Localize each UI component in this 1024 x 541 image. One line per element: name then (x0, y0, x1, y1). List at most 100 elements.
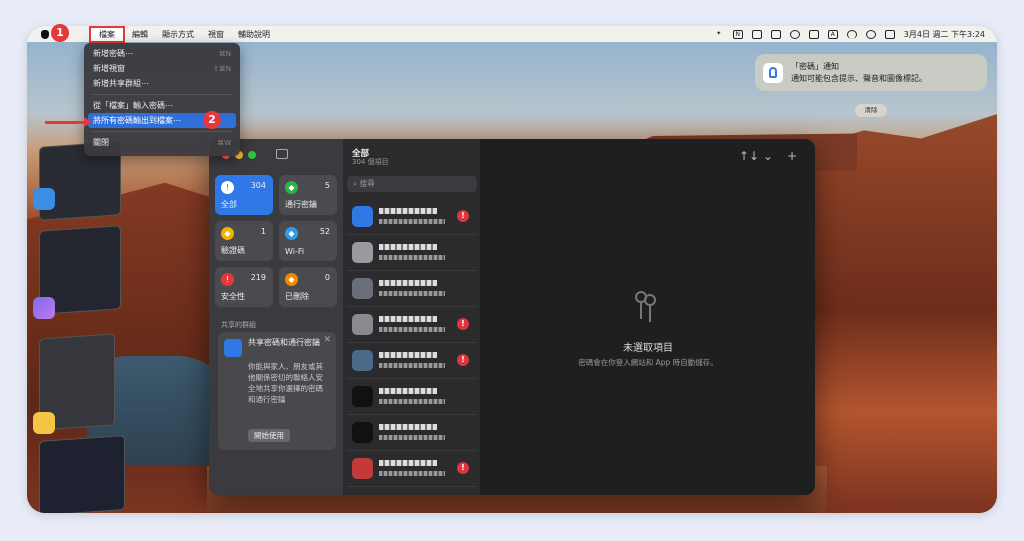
menu-view[interactable]: 顯示方式 (155, 29, 201, 40)
menu-help[interactable]: 輔助說明 (231, 29, 277, 40)
password-list-item[interactable] (347, 271, 477, 307)
tile-label: 全部 (221, 200, 237, 209)
redacted-site-name (379, 244, 437, 250)
status-area: ✦ N A 3月4日 週二 下午3:24 (714, 29, 985, 40)
redacted-username (379, 363, 445, 368)
password-list: 全部 304 個項目 ⌕ 搜尋 !!!! (343, 139, 481, 495)
redacted-site-name (379, 424, 437, 430)
trash-icon: ◆ (285, 273, 298, 286)
notes-icon[interactable] (33, 412, 55, 434)
promo-body: 你能與家人、朋友或其他關係密切的聯絡人安全地共享你選擇的密碼和通行密鑰 (248, 362, 323, 404)
password-list-item[interactable] (347, 379, 477, 415)
sidebar-tile-passkeys[interactable]: ◆ 5 通行密鑰 (279, 175, 337, 215)
security-warning-icon: ! (457, 210, 469, 222)
menu-new-password[interactable]: 新增密碼⋯ ⌘N (88, 46, 236, 61)
key-icon: ! (221, 181, 234, 194)
keys-icon (633, 291, 659, 325)
close-icon[interactable]: ✕ (323, 335, 331, 345)
dropbox-icon[interactable]: ✦ (714, 30, 724, 39)
sidebar: ! 304 全部 ◆ 5 通行密鑰 ◆ 1 驗證碼 ◆ 52 Wi-Fi ! 2 (209, 139, 343, 495)
tile-count: 304 (250, 181, 266, 190)
passkey-icon: ◆ (285, 181, 298, 194)
tile-count: 0 (324, 273, 330, 282)
tile-label: 通行密鑰 (285, 200, 317, 209)
user-icon[interactable] (789, 29, 800, 39)
step-1-badge: 1 (51, 24, 69, 42)
redacted-username (379, 435, 445, 440)
redacted-username (379, 219, 445, 224)
step-2-badge: 2 (203, 111, 221, 129)
zoom-window-button[interactable] (248, 151, 256, 159)
sidebar-tile-all[interactable]: ! 304 全部 (215, 175, 273, 215)
security-warning-icon: ! (457, 462, 469, 474)
tile-count: 5 (324, 181, 330, 190)
tile-label: 已刪除 (285, 292, 309, 301)
password-list-item[interactable] (347, 235, 477, 271)
menu-separator (92, 94, 232, 95)
lock-clock-icon: ◆ (221, 227, 234, 240)
tile-label: 安全性 (221, 292, 245, 301)
sidebar-tile-deleted[interactable]: ◆ 0 已刪除 (279, 267, 337, 307)
shared-groups-promo: 共享密碼和通行密鑰 ✕ 你能與家人、朋友或其他關係密切的聯絡人安全地共享你選擇的… (218, 332, 336, 450)
password-list-item[interactable] (347, 415, 477, 451)
password-list-item[interactable]: ! (347, 343, 477, 379)
wifi-icon: ◆ (285, 227, 298, 240)
apple-icon[interactable] (41, 29, 49, 39)
redacted-site-name (379, 460, 437, 466)
menu-file[interactable]: 檔案 (89, 26, 125, 43)
password-list-item[interactable]: ! (347, 451, 477, 487)
callout-arrow (45, 117, 92, 127)
password-list-item[interactable]: ! (347, 307, 477, 343)
menu-bar: 檔案 編輯 顯示方式 視窗 輔助說明 ✦ N A 3月4日 週二 下午3:24 (27, 26, 997, 43)
link-icon[interactable] (751, 29, 762, 39)
security-warning-icon: ! (457, 318, 469, 330)
passwords-window: ! 304 全部 ◆ 5 通行密鑰 ◆ 1 驗證碼 ◆ 52 Wi-Fi ! 2 (209, 139, 815, 495)
menu-new-shared-group[interactable]: 新增共享群組⋯ (88, 76, 236, 91)
site-icon (352, 314, 373, 335)
password-list-item[interactable]: ! (347, 199, 477, 235)
site-icon (352, 350, 373, 371)
sidebar-tile-wifi[interactable]: ◆ 52 Wi-Fi (279, 221, 337, 261)
list-count: 304 個項目 (352, 158, 389, 166)
clear-notifications-button[interactable]: 清除 (855, 104, 887, 117)
redacted-site-name (379, 208, 437, 214)
mirror-icon[interactable] (770, 29, 781, 39)
control-center-icon[interactable] (884, 29, 895, 39)
n-icon[interactable]: N (732, 29, 743, 39)
app-icon[interactable] (33, 297, 55, 319)
redacted-site-name (379, 316, 437, 322)
menu-new-window[interactable]: 新增視窗 ⇧⌘N (88, 61, 236, 76)
redacted-username (379, 327, 445, 332)
sidebar-toggle-icon[interactable] (276, 149, 288, 159)
notification-body: 通知可能包含提示、聲音和圖像標記。 (791, 73, 927, 83)
add-password-button[interactable]: + (787, 149, 797, 163)
menu-window[interactable]: 視窗 (201, 29, 231, 40)
get-started-button[interactable]: 開始使用 (248, 429, 290, 442)
search-icon[interactable] (865, 29, 876, 39)
sort-button[interactable]: ↑↓ ⌄ (739, 149, 773, 163)
menu-close[interactable]: 關閉 ⌘W (88, 135, 236, 150)
input-a-icon[interactable]: A (827, 29, 838, 39)
wifi-icon[interactable] (846, 29, 857, 39)
people-icon (224, 339, 242, 357)
finder-icon[interactable] (33, 188, 55, 210)
promo-title: 共享密碼和通行密鑰 (248, 338, 320, 347)
empty-state-subtitle: 密碼會在你登入網站和 App 時自動儲存。 (578, 358, 718, 367)
stage-window-thumbnail[interactable] (39, 434, 125, 513)
display-icon[interactable] (808, 29, 819, 39)
tile-label: Wi-Fi (285, 247, 305, 256)
security-warning-icon: ! (457, 354, 469, 366)
menu-separator (92, 131, 232, 132)
menu-clock[interactable]: 3月4日 週二 下午3:24 (904, 29, 985, 40)
redacted-site-name (379, 280, 437, 286)
site-icon (352, 422, 373, 443)
tile-label: 驗證碼 (221, 246, 245, 255)
menu-edit[interactable]: 編輯 (125, 29, 155, 40)
notification-banner[interactable]: 「密碼」通知 通知可能包含提示、聲音和圖像標記。 (755, 54, 987, 91)
search-input[interactable]: ⌕ 搜尋 (347, 176, 477, 192)
redacted-username (379, 255, 445, 260)
sidebar-tile-security[interactable]: ! 219 安全性 (215, 267, 273, 307)
site-icon (352, 386, 373, 407)
sidebar-tile-codes[interactable]: ◆ 1 驗證碼 (215, 221, 273, 261)
tile-count: 219 (250, 273, 266, 282)
